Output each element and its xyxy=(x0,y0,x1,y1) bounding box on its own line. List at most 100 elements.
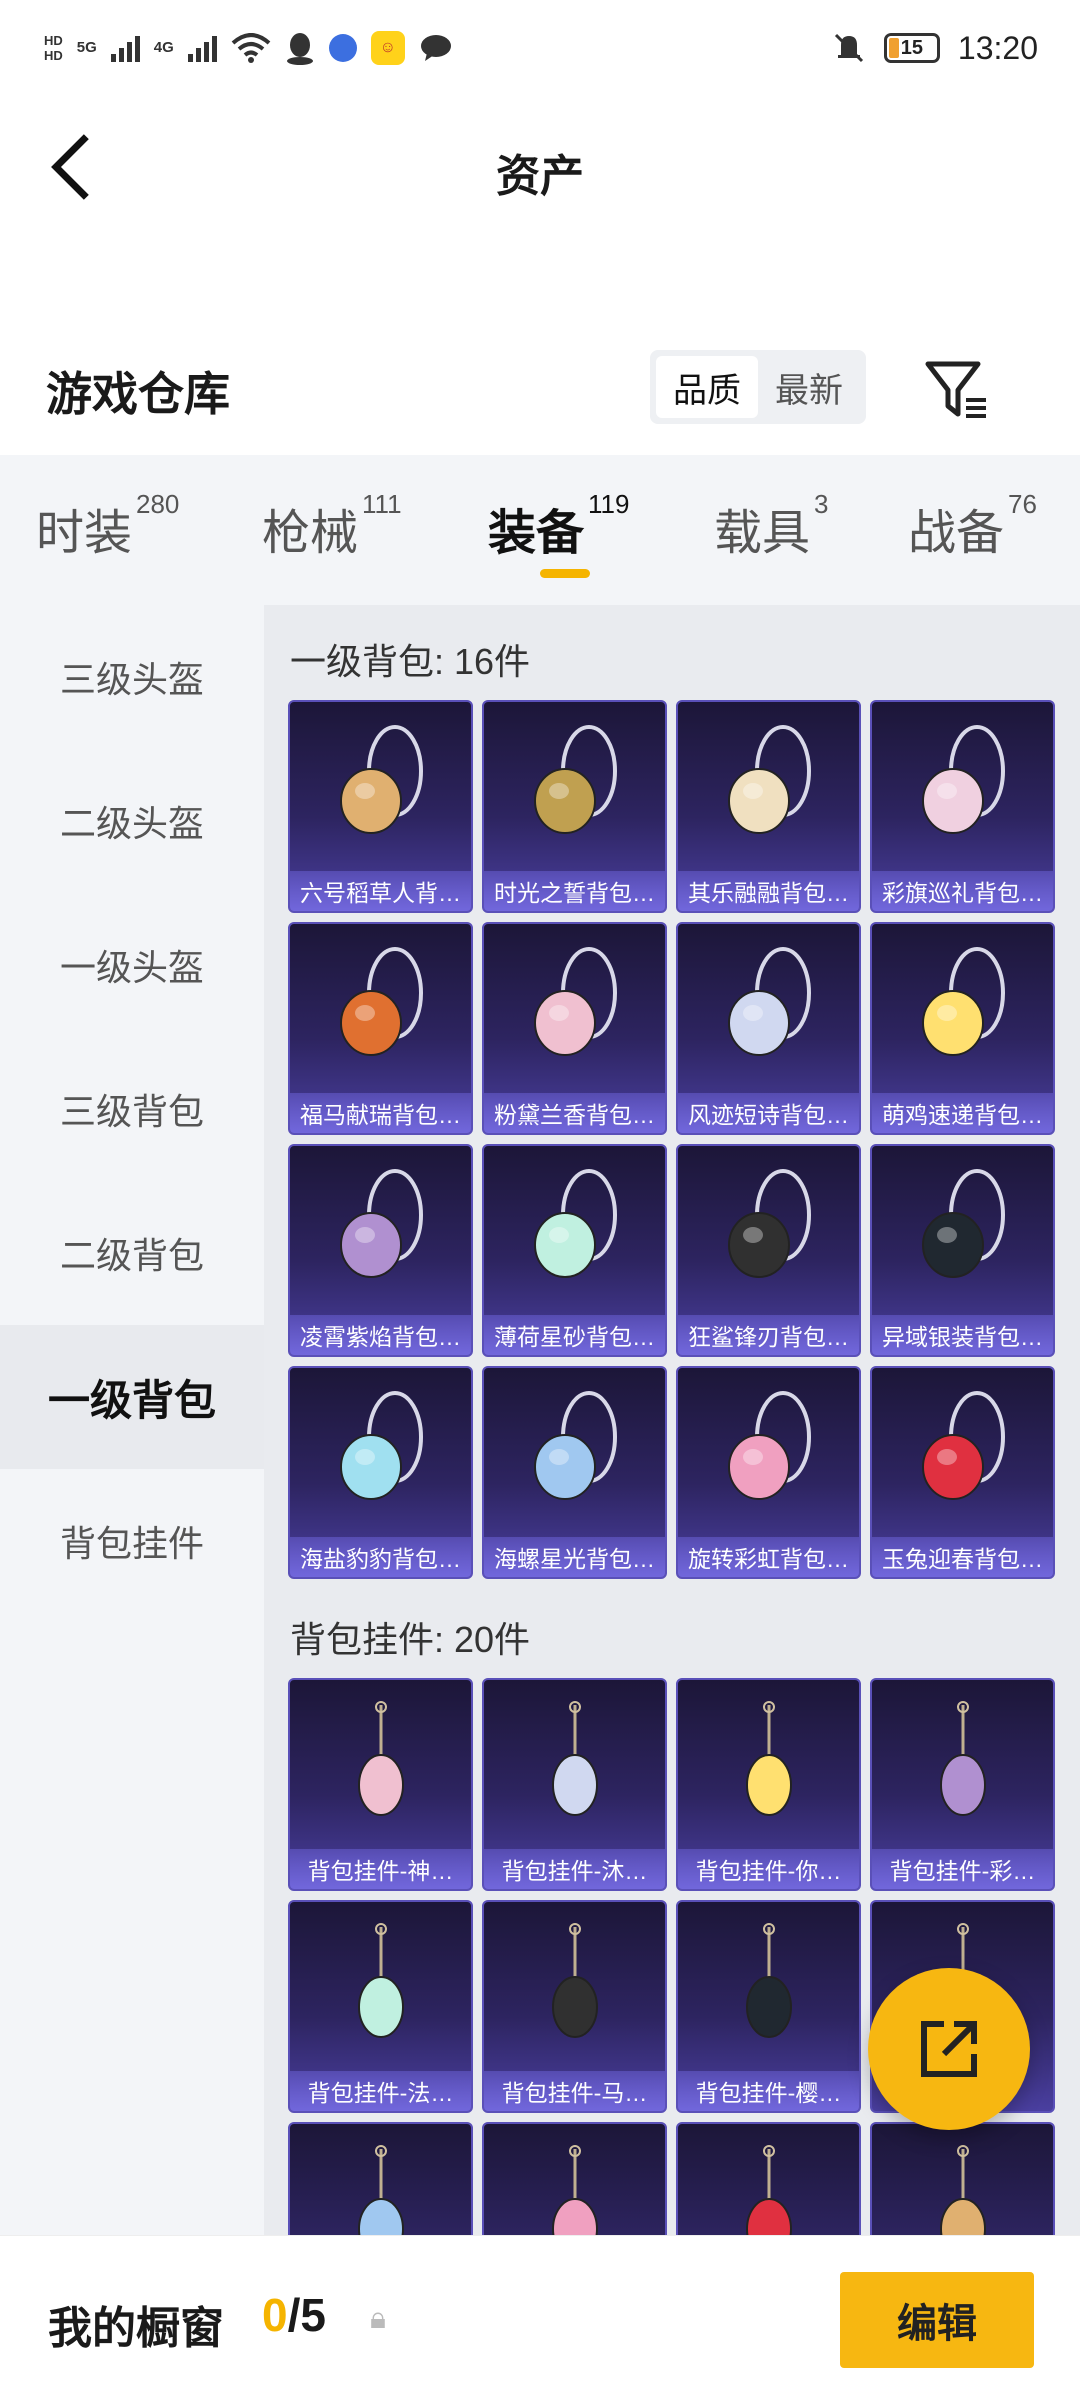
backpack-image xyxy=(727,1169,811,1278)
tab-label: 枪械 xyxy=(262,507,359,560)
item-name: 异域银装背包… xyxy=(872,1315,1053,1355)
charm-card[interactable]: 背包挂件-你… xyxy=(676,1678,861,1891)
battery-icon: 15 xyxy=(883,33,940,63)
backpack-image xyxy=(339,725,423,834)
section-header-backpacks: 一级背包: 16件 xyxy=(290,641,531,682)
edit-button[interactable]: 编辑 xyxy=(840,2272,1034,2368)
charm-image xyxy=(551,2145,598,2235)
item-name: 时光之誓背包… xyxy=(484,871,665,911)
backpack-card[interactable]: 福马献瑞背包… xyxy=(288,922,473,1135)
backpack-card[interactable]: 狂鲨锋刃背包… xyxy=(676,1144,861,1357)
share-button[interactable] xyxy=(868,1968,1030,2130)
backpack-card[interactable]: 旋转彩虹背包… xyxy=(676,1366,861,1579)
backpack-card[interactable]: 时光之誓背包… xyxy=(482,700,667,913)
item-name: 风迹短诗背包… xyxy=(678,1093,859,1133)
wifi-icon xyxy=(231,33,271,63)
tab-label: 装备 xyxy=(488,507,585,560)
charm-card[interactable]: 背包挂件-神… xyxy=(288,1678,473,1891)
charm-card[interactable]: 背包挂件-法… xyxy=(288,1900,473,2113)
item-name: 凌霄紫焰背包… xyxy=(290,1315,471,1355)
backpack-image xyxy=(339,947,423,1056)
showcase-title: 我的橱窗 xyxy=(48,2304,224,2353)
charm-card[interactable] xyxy=(482,2122,667,2235)
page-title: 资产 xyxy=(496,152,584,201)
charm-card[interactable] xyxy=(870,2122,1055,2235)
charm-image xyxy=(745,1701,792,1816)
showcase-count-total: 5 xyxy=(300,2289,326,2341)
tab-guns[interactable]: 枪械111 xyxy=(262,489,402,563)
item-name: 背包挂件-马… xyxy=(484,2071,665,2111)
sort-option-newest[interactable]: 最新 xyxy=(758,356,860,418)
backpack-grid: 六号稻草人背… 时光之誓背包… 其乐融融背包… 彩旗巡礼背包… 福马献瑞背包… 粉黛兰香背… xyxy=(288,700,1055,1579)
backpack-card[interactable]: 六号稻草人背… xyxy=(288,700,473,913)
sidebar: 三级头盔 二级头盔 一级头盔 三级背包 二级背包 一级背包 背包挂件 xyxy=(0,605,264,2400)
item-name: 薄荷星砂背包… xyxy=(484,1315,665,1355)
item-name: 福马献瑞背包… xyxy=(290,1093,471,1133)
lock-icon: 🔒︎ xyxy=(370,2302,386,2335)
sidebar-item-backpack-3[interactable]: 三级背包 xyxy=(0,1037,264,1181)
item-name: 海盐豹豹背包… xyxy=(290,1537,471,1577)
backpack-card[interactable]: 其乐融融背包… xyxy=(676,700,861,913)
backpack-card[interactable]: 玉兔迎春背包… xyxy=(870,1366,1055,1579)
charm-card[interactable]: 背包挂件-彩… xyxy=(870,1678,1055,1891)
sidebar-item-helmet-1[interactable]: 一级头盔 xyxy=(0,893,264,1037)
backpack-card[interactable]: 凌霄紫焰背包… xyxy=(288,1144,473,1357)
backpack-card[interactable]: 风迹短诗背包… xyxy=(676,922,861,1135)
item-name: 背包挂件-樱… xyxy=(678,2071,859,2111)
backpack-card[interactable]: 海螺星光背包… xyxy=(482,1366,667,1579)
charm-card[interactable]: 背包挂件-马… xyxy=(482,1900,667,2113)
charm-image xyxy=(551,1923,598,2038)
backpack-card[interactable]: 萌鸡速递背包… xyxy=(870,922,1055,1135)
sidebar-item-backpack-charm[interactable]: 背包挂件 xyxy=(0,1469,264,1613)
item-name: 萌鸡速递背包… xyxy=(872,1093,1053,1133)
sidebar-item-backpack-2[interactable]: 二级背包 xyxy=(0,1181,264,1325)
charm-card[interactable] xyxy=(676,2122,861,2235)
backpack-image xyxy=(921,947,1005,1056)
bottom-bar: 我的橱窗 0/5 🔒︎ 编辑 xyxy=(0,2235,1080,2400)
backpack-image xyxy=(727,725,811,834)
section-header-charms: 背包挂件: 20件 xyxy=(290,1619,531,1660)
tab-equipment[interactable]: 装备119 xyxy=(488,489,629,563)
backpack-image xyxy=(339,1391,423,1500)
backpack-image xyxy=(921,1169,1005,1278)
item-name: 背包挂件-彩… xyxy=(872,1849,1053,1889)
hd-indicator: HD HD xyxy=(44,33,63,63)
backpack-card[interactable]: 薄荷星砂背包… xyxy=(482,1144,667,1357)
sidebar-item-helmet-2[interactable]: 二级头盔 xyxy=(0,749,264,893)
backpack-image xyxy=(533,1391,617,1500)
tab-battle-prep[interactable]: 战备76 xyxy=(908,489,1037,563)
sidebar-item-helmet-3[interactable]: 三级头盔 xyxy=(0,605,264,749)
item-name: 背包挂件-法… xyxy=(290,2071,471,2111)
status-bar: HD HD 5G 4G ☺ 15 13:20 xyxy=(0,0,1080,96)
backpack-image xyxy=(727,947,811,1056)
network-4g-label: 4G xyxy=(153,39,174,56)
active-tab-indicator xyxy=(540,569,590,578)
tab-label: 载具 xyxy=(714,507,811,560)
sidebar-item-backpack-1[interactable]: 一级背包 xyxy=(0,1325,264,1469)
qq-icon xyxy=(286,33,313,65)
tab-vehicles[interactable]: 载具3 xyxy=(714,489,828,563)
tab-label: 时装 xyxy=(36,507,133,560)
charm-card[interactable]: 背包挂件-沐… xyxy=(482,1678,667,1891)
sort-toggle: 品质 最新 xyxy=(650,350,866,424)
item-name: 六号稻草人背… xyxy=(290,871,471,911)
filter-icon[interactable] xyxy=(920,354,990,424)
backpack-card[interactable]: 异域银装背包… xyxy=(870,1144,1055,1357)
tab-count: 119 xyxy=(588,489,630,519)
sort-option-quality[interactable]: 品质 xyxy=(656,356,758,418)
backpack-image xyxy=(921,725,1005,834)
backpack-card[interactable]: 粉黛兰香背包… xyxy=(482,922,667,1135)
charm-grid: 背包挂件-神… 背包挂件-沐… 背包挂件-你… 背包挂件-彩… 背包挂件-法… 背包挂件-… xyxy=(288,1678,1055,2235)
signal-bars-icon-2 xyxy=(187,34,217,62)
game-app-icon: ☺ xyxy=(370,31,405,65)
tab-count: 76 xyxy=(1008,489,1037,519)
browser-app-icon xyxy=(328,34,357,62)
backpack-card[interactable]: 海盐豹豹背包… xyxy=(288,1366,473,1579)
charm-image xyxy=(745,1923,792,2038)
charm-card[interactable]: 背包挂件-樱… xyxy=(676,1900,861,2113)
network-5g-label: 5G xyxy=(76,39,97,56)
tab-fashion[interactable]: 时装280 xyxy=(36,489,179,563)
backpack-card[interactable]: 彩旗巡礼背包… xyxy=(870,700,1055,913)
charm-card[interactable] xyxy=(288,2122,473,2235)
item-name: 彩旗巡礼背包… xyxy=(872,871,1053,911)
